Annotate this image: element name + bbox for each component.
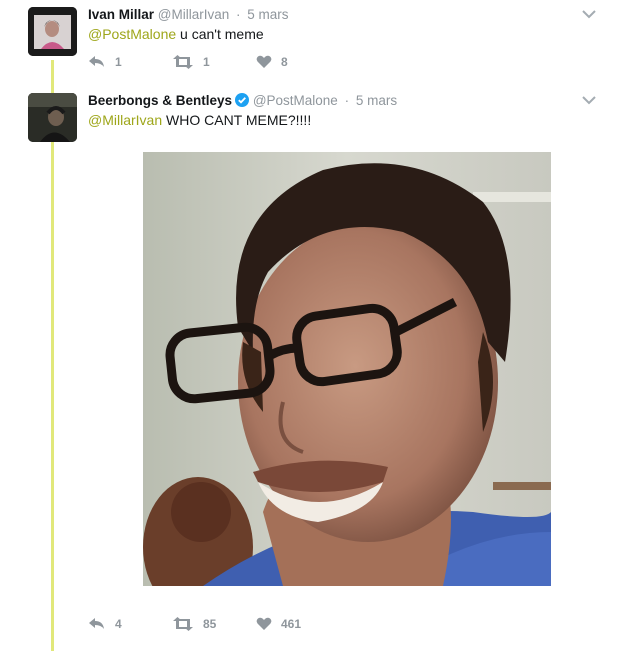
like-button[interactable]: 8 <box>256 55 340 69</box>
separator: · <box>344 93 350 108</box>
retweet-icon <box>173 55 193 69</box>
reply-icon <box>89 618 104 629</box>
user-handle[interactable]: @PostMalone <box>253 93 338 108</box>
retweet-icon <box>173 617 193 631</box>
retweet-button[interactable]: 1 <box>172 55 256 69</box>
mention-link[interactable]: @PostMalone <box>88 26 176 42</box>
separator: · <box>236 7 241 22</box>
display-name[interactable]: Beerbongs & Bentleys <box>88 93 232 108</box>
timestamp[interactable]: 5 mars <box>356 93 397 108</box>
retweet-count: 85 <box>203 617 217 631</box>
tweet-thread: Ivan Millar @MillarIvan · 5 mars @PostMa… <box>0 0 627 651</box>
tweet-header: Ivan Millar @MillarIvan · 5 mars <box>88 7 567 23</box>
avatar[interactable] <box>28 7 77 56</box>
tweet-photo[interactable] <box>143 152 551 586</box>
heart-icon <box>256 55 272 68</box>
tweet-actions: 1 1 8 <box>88 52 340 72</box>
tweet-header: Beerbongs & Bentleys @PostMalone · 5 mar… <box>88 93 567 109</box>
reply-count: 1 <box>115 55 122 69</box>
user-handle[interactable]: @MillarIvan <box>158 7 229 22</box>
tweet[interactable]: Ivan Millar @MillarIvan · 5 mars @PostMa… <box>0 0 627 84</box>
tweet-body: u can't meme <box>176 26 264 42</box>
mention-link[interactable]: @MillarIvan <box>88 112 162 128</box>
like-count: 461 <box>281 617 302 631</box>
tweet-text: @PostMalone u can't meme <box>88 25 264 43</box>
like-button[interactable]: 461 <box>256 617 340 631</box>
chevron-down-icon[interactable] <box>581 8 597 20</box>
tweet-body: WHO CANT MEME?!!!! <box>162 112 312 128</box>
like-count: 8 <box>281 55 288 69</box>
verified-badge-icon <box>235 93 250 107</box>
heart-icon <box>256 617 272 630</box>
tweet-actions: 4 85 461 <box>88 614 340 634</box>
display-name[interactable]: Ivan Millar <box>88 7 154 22</box>
timestamp[interactable]: 5 mars <box>247 7 288 22</box>
avatar[interactable] <box>28 93 77 142</box>
retweet-count: 1 <box>203 55 210 69</box>
tweet-text: @MillarIvan WHO CANT MEME?!!!! <box>88 111 311 129</box>
reply-count: 4 <box>115 617 122 631</box>
chevron-down-icon[interactable] <box>581 94 597 106</box>
reply-button[interactable]: 1 <box>88 55 172 69</box>
retweet-button[interactable]: 85 <box>172 617 256 631</box>
tweet[interactable]: Beerbongs & Bentleys @PostMalone · 5 mar… <box>0 86 627 651</box>
reply-button[interactable]: 4 <box>88 617 172 631</box>
reply-icon <box>89 56 104 67</box>
